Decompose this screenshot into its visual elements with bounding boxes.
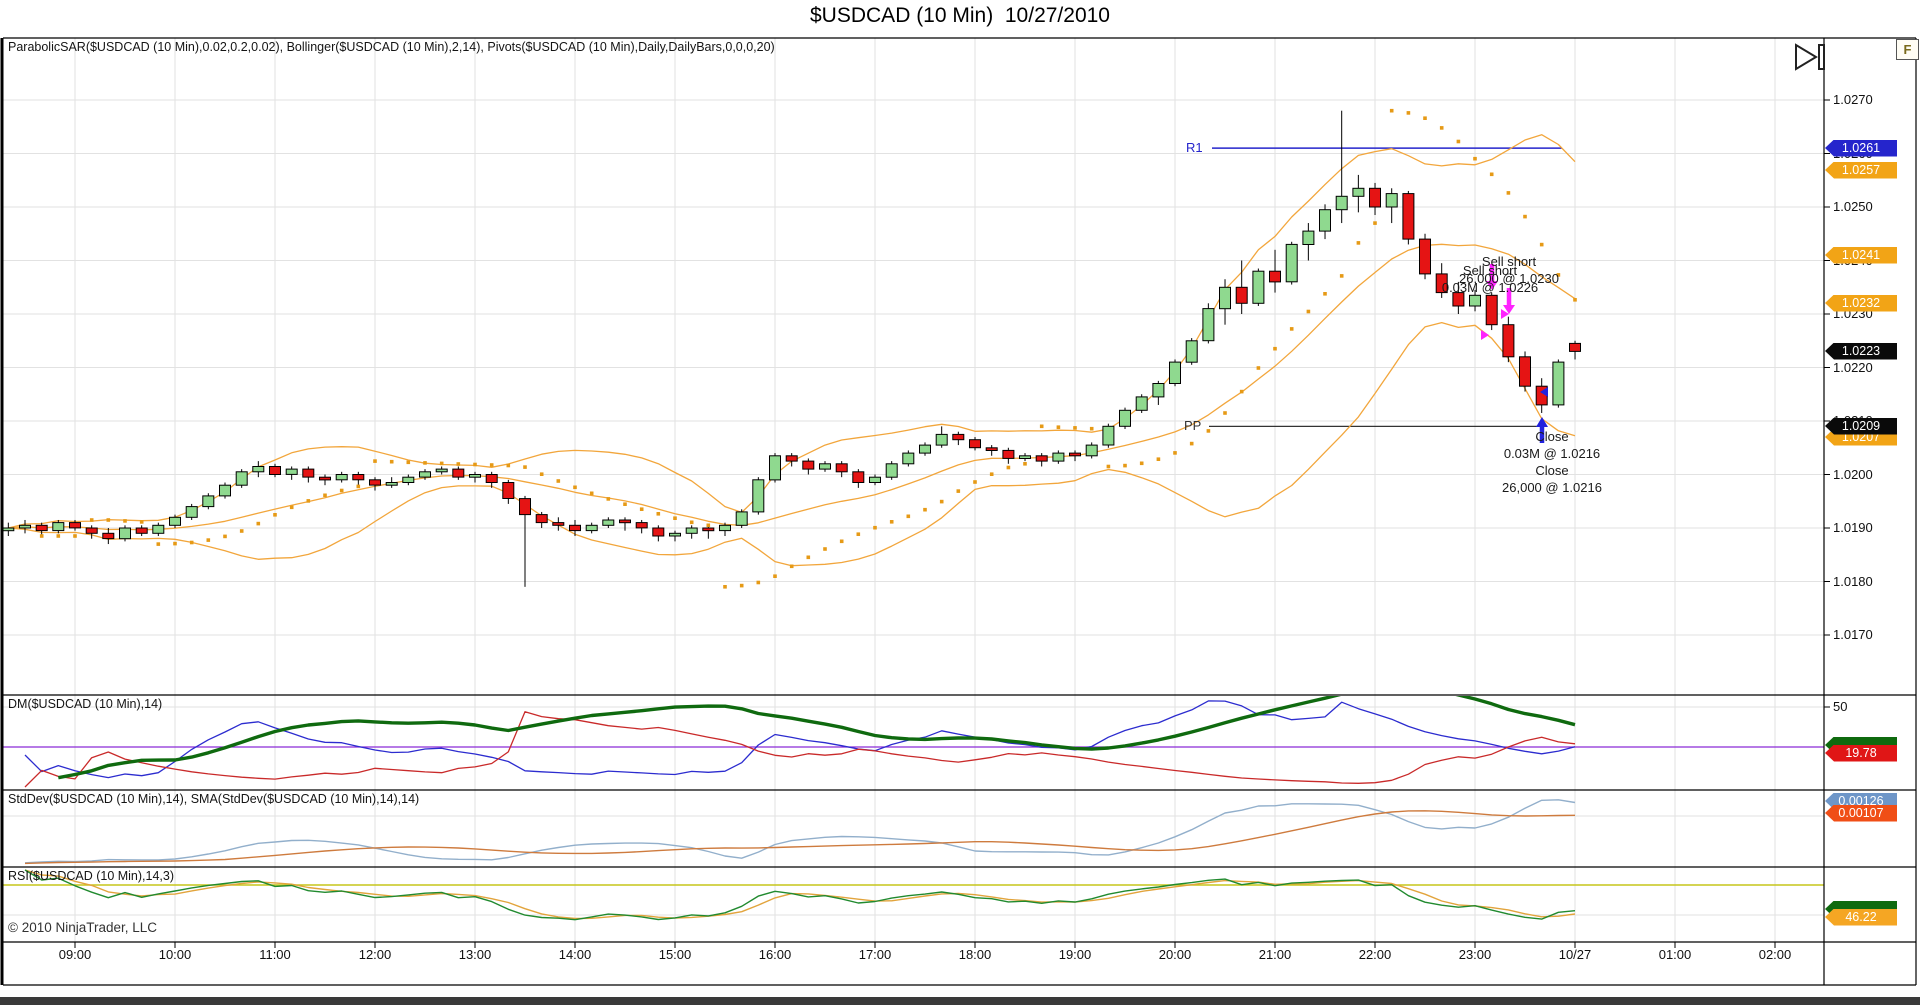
stddev-axis-badge: 0.00107	[1825, 804, 1897, 822]
time-axis-label: 11:00	[259, 947, 291, 962]
time-axis-label: 17:00	[858, 947, 892, 962]
dm-panel-indicator-label: DM($USDCAD (10 Min),14)	[8, 697, 163, 711]
chart-canvas[interactable]	[0, 0, 1920, 1005]
time-axis-label: 22:00	[1358, 947, 1392, 962]
go-to-end-icon[interactable]	[1792, 42, 1828, 72]
time-axis-label: 19:00	[1058, 947, 1092, 962]
price-axis-badge: 1.0232	[1825, 294, 1897, 312]
trade-annotation-sell-short: Sell short 0.03M @ 1.0226	[1441, 263, 1539, 295]
price-axis-tick: 1.0250	[1833, 199, 1873, 214]
price-axis-tick: 1.0270	[1833, 92, 1873, 107]
rsi-axis-badge: 46.22	[1825, 908, 1897, 926]
ninjatrader-chart-window: $USDCAD (10 Min) 10/27/2010 ParabolicSAR…	[0, 0, 1920, 1005]
pivot-r1-label: R1	[1186, 140, 1203, 155]
time-axis-label: 14:00	[558, 947, 592, 962]
time-axis-label: 09:00	[58, 947, 92, 962]
pivot-pp-label: PP	[1184, 418, 1202, 433]
dm-axis-badge: 19.78	[1825, 744, 1897, 762]
time-axis-label: 18:00	[958, 947, 992, 962]
time-axis-label: 21:00	[1258, 947, 1292, 962]
price-panel-indicator-label: ParabolicSAR($USDCAD (10 Min),0.02,0.2,0…	[8, 40, 775, 54]
time-axis-label: 16:00	[758, 947, 792, 962]
trade-annotation-close: Close 0.03M @ 1.0216 Close 26,000 @ 1.0216	[1502, 429, 1602, 495]
rsi-panel-indicator-label: RSI($USDCAD (10 Min),14,3)	[8, 869, 175, 883]
time-axis-label: 15:00	[658, 947, 692, 962]
price-axis-badge: 1.0209	[1825, 417, 1897, 435]
dm-axis-tick: 50	[1833, 699, 1848, 714]
price-axis-badge: 1.0257	[1825, 161, 1897, 179]
time-axis-label: 10/27	[1558, 947, 1592, 962]
price-axis-tick: 1.0190	[1833, 520, 1873, 535]
time-axis-label: 23:00	[1458, 947, 1492, 962]
price-axis-badge: 1.0261	[1825, 139, 1897, 157]
window-bottom-edge	[0, 997, 1920, 1005]
price-axis-badge: 1.0223	[1825, 342, 1897, 360]
time-axis-label: 01:00	[1658, 947, 1692, 962]
time-axis-label: 20:00	[1158, 947, 1192, 962]
price-axis-tick: 1.0170	[1833, 627, 1873, 642]
price-axis-tick: 1.0200	[1833, 466, 1873, 482]
stddev-panel-indicator-label: StdDev($USDCAD (10 Min),14), SMA(StdDev(…	[8, 792, 420, 806]
price-axis-badge: 1.0241	[1825, 246, 1897, 264]
price-axis-tick: 1.0220	[1833, 359, 1873, 375]
features-button[interactable]: F	[1896, 39, 1919, 60]
price-axis-tick: 1.0180	[1833, 573, 1873, 589]
copyright: © 2010 NinjaTrader, LLC	[8, 920, 158, 935]
time-axis-label: 10:00	[158, 947, 192, 962]
time-axis-label: 13:00	[458, 947, 492, 962]
time-axis-label: 02:00	[1758, 947, 1792, 962]
time-axis-label: 12:00	[358, 947, 392, 962]
